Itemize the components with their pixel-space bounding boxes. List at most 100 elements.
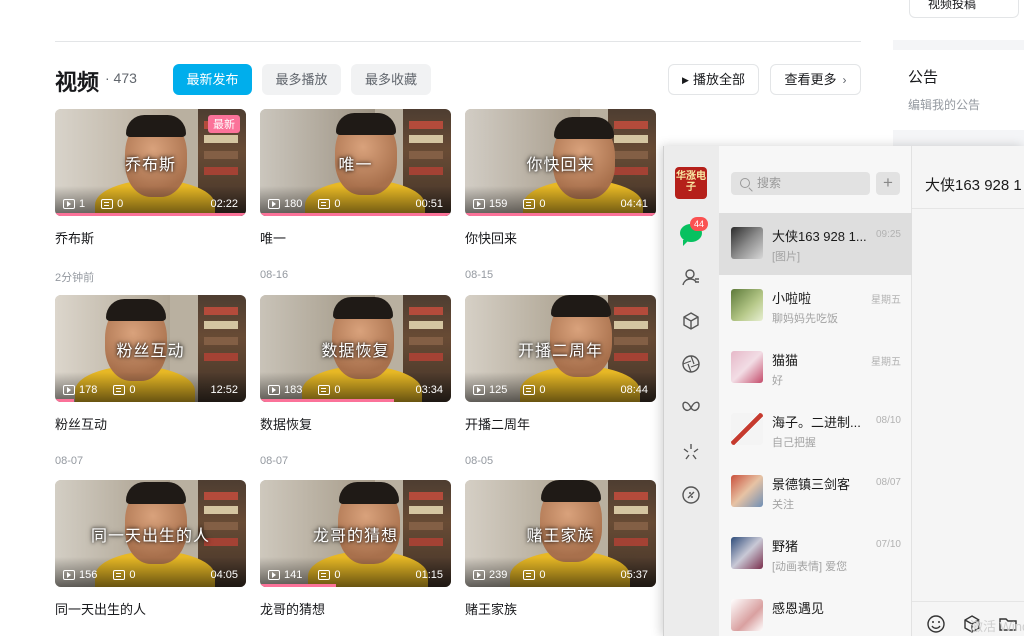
avatar [731,537,763,569]
user-avatar[interactable]: 华涨电子 [675,167,707,199]
plus-icon[interactable]: + [876,172,900,195]
avatar [731,351,763,383]
aperture-icon[interactable] [681,354,701,374]
video-card[interactable]: 赌王家族 239 0 05:37 赌王家族 [465,480,656,636]
chevron-right-icon: › [842,73,847,87]
person-hair [126,482,186,504]
thumbnail-overlay-title: 赌王家族 [526,528,595,545]
video-thumbnail[interactable]: 乔布斯 最新 1 0 02:22 [55,109,246,216]
sort-most-favorited-button[interactable]: 最多收藏 [351,64,431,95]
video-title[interactable]: 开播二周年 [465,414,656,433]
video-duration: 01:15 [415,569,443,581]
conversation-item[interactable]: 大侠163 928 1... 09:25 [图片] [719,213,912,275]
thumbnail-overlay-title: 龙哥的猜想 [312,528,398,545]
search-input[interactable]: 搜索 [731,172,870,195]
submit-label: 视频投稿 [928,0,977,11]
play-count: 156 [79,569,98,581]
person-hair [336,113,396,135]
video-title[interactable]: 龙哥的猜想 [260,599,451,618]
video-card[interactable]: 你快回来 159 0 04:41 你快回来 08-15 [465,109,656,281]
video-card[interactable]: 乔布斯 最新 1 0 02:22 乔布斯 2分钟前 [55,109,246,285]
conversation-item[interactable]: 猫猫 星期五 好 [719,337,912,399]
conversation-item[interactable]: 小啦啦 星期五 聊妈妈先吃饭 [719,275,912,337]
wechat-nav-rail: 华涨电子 44 [664,146,719,636]
danmaku-icon [318,570,331,580]
submit-video-button[interactable]: 视频投稿 [909,0,1019,18]
sort-most-played-button[interactable]: 最多播放 [262,64,341,95]
submit-card: 视频投稿 [893,0,1024,40]
person-hair [106,299,166,321]
video-card[interactable]: 粉丝互动 178 0 12:52 粉丝互动 08-07 [55,295,246,467]
windows-watermark: 激活 Windows [970,619,1024,634]
video-thumbnail[interactable]: 开播二周年 125 0 08:44 [465,295,656,402]
emoji-icon[interactable] [926,614,946,634]
conversation-time: 星期五 [871,295,901,306]
notice-card: 公告 编辑我的公告 [893,50,1024,130]
video-thumbnail[interactable]: 同一天出生的人 156 0 04:05 [55,480,246,587]
video-duration: 00:51 [415,198,443,210]
person-hair [126,115,186,137]
video-title[interactable]: 数据恢复 [260,414,451,433]
edit-notice-link[interactable]: 编辑我的公告 [908,96,980,113]
thumbnail-overlay-title: 唯一 [338,157,373,174]
video-title[interactable]: 你快回来 [465,228,656,247]
conversation-item[interactable]: 野猪 07/10 [动画表情] 爱您 [719,523,912,585]
video-title[interactable]: 赌王家族 [465,599,656,618]
conversation-item[interactable]: 海子。二进制... 08/10 自己把握 [719,399,912,461]
play-count: 159 [489,198,508,210]
play-count: 125 [489,384,508,396]
play-count-icon [473,385,485,395]
conversation-time: 09:25 [875,229,901,240]
video-stats: 125 0 [473,384,545,396]
sort-latest-button[interactable]: 最新发布 [173,64,252,95]
video-thumbnail[interactable]: 龙哥的猜想 141 0 01:15 [260,480,451,587]
sparkle-icon[interactable] [681,442,701,462]
video-duration: 05:37 [620,569,648,581]
person-hair [554,117,614,139]
box-icon[interactable] [681,311,701,331]
link-icon[interactable] [681,485,701,505]
video-card[interactable]: 唯一 180 0 00:51 唯一 08-16 [260,109,451,281]
video-card[interactable]: 同一天出生的人 156 0 04:05 同一天出生的人 [55,480,246,636]
video-thumbnail[interactable]: 赌王家族 239 0 05:37 [465,480,656,587]
see-more-button[interactable]: 查看更多 › [770,64,861,95]
danmaku-icon [101,199,114,209]
danmaku-icon [523,385,536,395]
avatar [731,599,763,631]
video-thumbnail[interactable]: 你快回来 159 0 04:41 [465,109,656,216]
person-hair [541,480,601,502]
conversation-last-message: [动画表情] 爱您 [772,561,848,573]
play-all-button[interactable]: ▶ 播放全部 [668,64,759,95]
contacts-icon[interactable] [681,267,701,287]
thumbnail-overlay-title: 开播二周年 [517,343,603,360]
danmaku-count: 0 [129,384,136,396]
play-count: 178 [79,384,98,396]
conversation-time: 08/07 [875,477,901,488]
video-title[interactable]: 乔布斯 [55,228,246,247]
wechat-window: 华涨电子 44 搜索 + 大侠163 928 1... 09:25 [图片] 小… [663,146,1024,636]
video-title[interactable]: 唯一 [260,228,451,247]
conversation-item[interactable]: 景德镇三剑客 08/07 关注 [719,461,912,523]
video-stats: 183 0 [268,384,340,396]
danmaku-count: 0 [334,384,341,396]
conversation-name: 感恩遇见 [772,601,825,616]
video-thumbnail[interactable]: 数据恢复 183 0 03:34 [260,295,451,402]
video-date: 08-05 [465,455,494,467]
video-card[interactable]: 数据恢复 183 0 03:34 数据恢复 08-07 [260,295,451,467]
video-card[interactable]: 开播二周年 125 0 08:44 开播二周年 08-05 [465,295,656,467]
danmaku-count: 0 [334,569,341,581]
video-thumbnail[interactable]: 粉丝互动 178 0 12:52 [55,295,246,402]
avatar [731,227,763,259]
conversation-last-message: 自己把握 [772,437,816,449]
conversation-time: 07/10 [875,539,901,550]
video-date: 08-07 [260,455,289,467]
conversation-item[interactable]: 感恩遇见 [719,585,912,636]
play-count-icon [268,199,280,209]
video-thumbnail[interactable]: 唯一 180 0 00:51 [260,109,451,216]
play-count: 1 [79,198,86,210]
watch-progress-bar [260,213,451,216]
video-card[interactable]: 龙哥的猜想 141 0 01:15 龙哥的猜想 [260,480,451,636]
video-title[interactable]: 粉丝互动 [55,414,246,433]
video-title[interactable]: 同一天出生的人 [55,599,246,618]
butterfly-icon[interactable] [681,398,701,418]
